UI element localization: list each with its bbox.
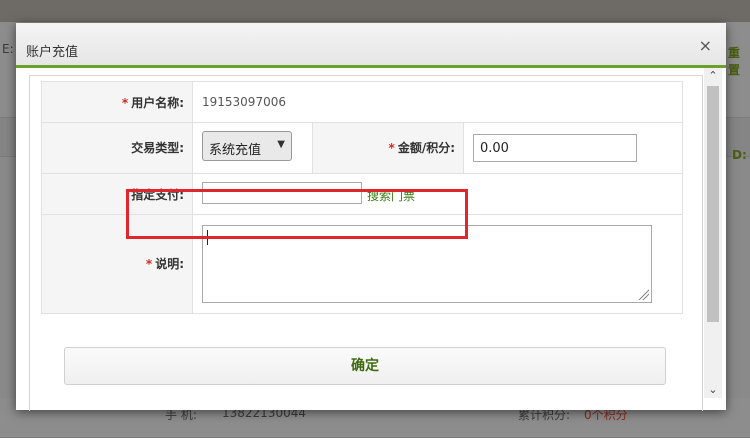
required-mark: * [145, 257, 153, 271]
username-label-text: 用户名称: [131, 96, 184, 110]
confirm-button[interactable]: 确定 [64, 347, 666, 385]
background-fragment-right: D: [732, 148, 747, 162]
label-cell: 交易类型: [42, 123, 193, 173]
scroll-up-icon[interactable]: ⌃ [704, 68, 722, 84]
scroll-down-icon[interactable]: ⌄ [704, 382, 722, 398]
form-row-username: * 用户名称: 19153097006 [41, 81, 683, 123]
background-top-bar [0, 0, 750, 22]
note-label: * 说明: [146, 255, 184, 272]
resize-grip-icon[interactable] [637, 288, 649, 300]
username-value: 19153097006 [202, 95, 286, 109]
note-label-text: 说明: [155, 257, 184, 271]
label-cell: * 用户名称: [42, 82, 193, 122]
username-label: * 用户名称: [122, 94, 184, 111]
chevron-down-icon: ▼ [277, 139, 285, 150]
trade-type-select[interactable]: 系统充值 ▼ [202, 131, 292, 161]
label-cell: * 金额/积分: [312, 123, 464, 173]
highlight-box [126, 189, 468, 239]
amount-label: * 金额/积分: [389, 139, 455, 156]
dialog-scrollbar[interactable]: ⌃ ⌄ [704, 68, 722, 398]
amount-input[interactable]: 0.00 [473, 134, 637, 162]
trade-type-value: 系统充值 [209, 143, 262, 158]
dialog-title-bar: 账户充值 × [16, 23, 726, 68]
dialog-title: 账户充值 [26, 45, 79, 60]
amount-value: 0.00 [480, 141, 509, 156]
close-icon[interactable]: × [699, 38, 712, 54]
background-reset-link[interactable]: 重置 [728, 44, 750, 78]
amount-label-text: 金额/积分: [397, 141, 455, 155]
recharge-dialog: 账户充值 × ⌃ ⌄ * 用户名称: 19153097006 交易类型: 系统充值… [16, 23, 726, 411]
scrollbar-thumb[interactable] [707, 86, 719, 322]
background-fragment-left: E: [2, 42, 14, 56]
form-row-trade: 交易类型: 系统充值 ▼ * 金额/积分: 0.00 [41, 122, 683, 174]
trade-type-label: 交易类型: [131, 141, 184, 155]
required-mark: * [388, 141, 395, 155]
required-mark: * [121, 96, 129, 110]
